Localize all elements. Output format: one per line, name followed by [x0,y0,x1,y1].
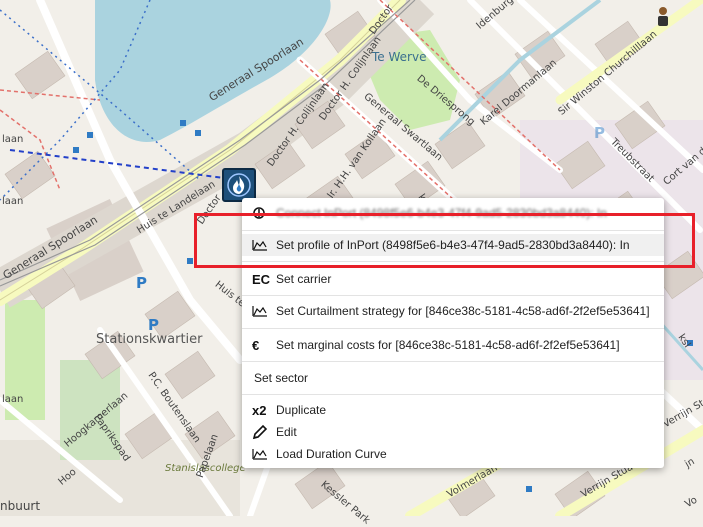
menu-item-label: Set Curtailment strategy for [846ce38c-5… [276,304,650,318]
duplicate-menu-item[interactable]: x2 Duplicate [242,399,664,421]
menu-separator [242,361,664,362]
menu-separator [242,295,664,296]
highlight-box [194,213,695,268]
parking-icon: P [148,316,159,334]
set-marginal-costs-menu-item[interactable]: € Set marginal costs for [846ce38c-5181-… [242,334,664,356]
euro-icon: € [252,337,260,353]
menu-item-label: Set carrier [276,272,332,286]
menu-separator [242,328,664,329]
menu-item-label: Duplicate [276,403,327,417]
menu-item-label: Load Duration Curve [276,447,387,461]
ec-icon: EC [252,271,271,287]
load-duration-curve-menu-item[interactable]: Load Duration Curve [242,443,664,465]
load-duration-chart-icon [252,448,276,460]
duplicate-icon: x2 [252,402,267,418]
menu-item-label: Set sector [254,371,309,385]
pencil-icon [252,424,276,440]
person-icon [658,7,668,26]
flame-icon [227,173,251,197]
parking-icon: P [594,124,605,142]
menu-item-label: Edit [276,425,297,439]
set-curtailment-menu-item[interactable]: Set Curtailment strategy for [846ce38c-5… [242,300,664,322]
set-sector-menu-item[interactable]: Set sector [242,367,664,389]
set-carrier-menu-item[interactable]: EC Set carrier [242,268,664,290]
curtailment-chart-icon [252,305,276,317]
menu-item-label: Set marginal costs for [846ce38c-5181-4c… [276,338,620,352]
asset-marker[interactable] [222,168,256,202]
parking-icon: P [136,274,147,292]
edit-menu-item[interactable]: Edit [242,421,664,443]
menu-separator [242,394,664,395]
